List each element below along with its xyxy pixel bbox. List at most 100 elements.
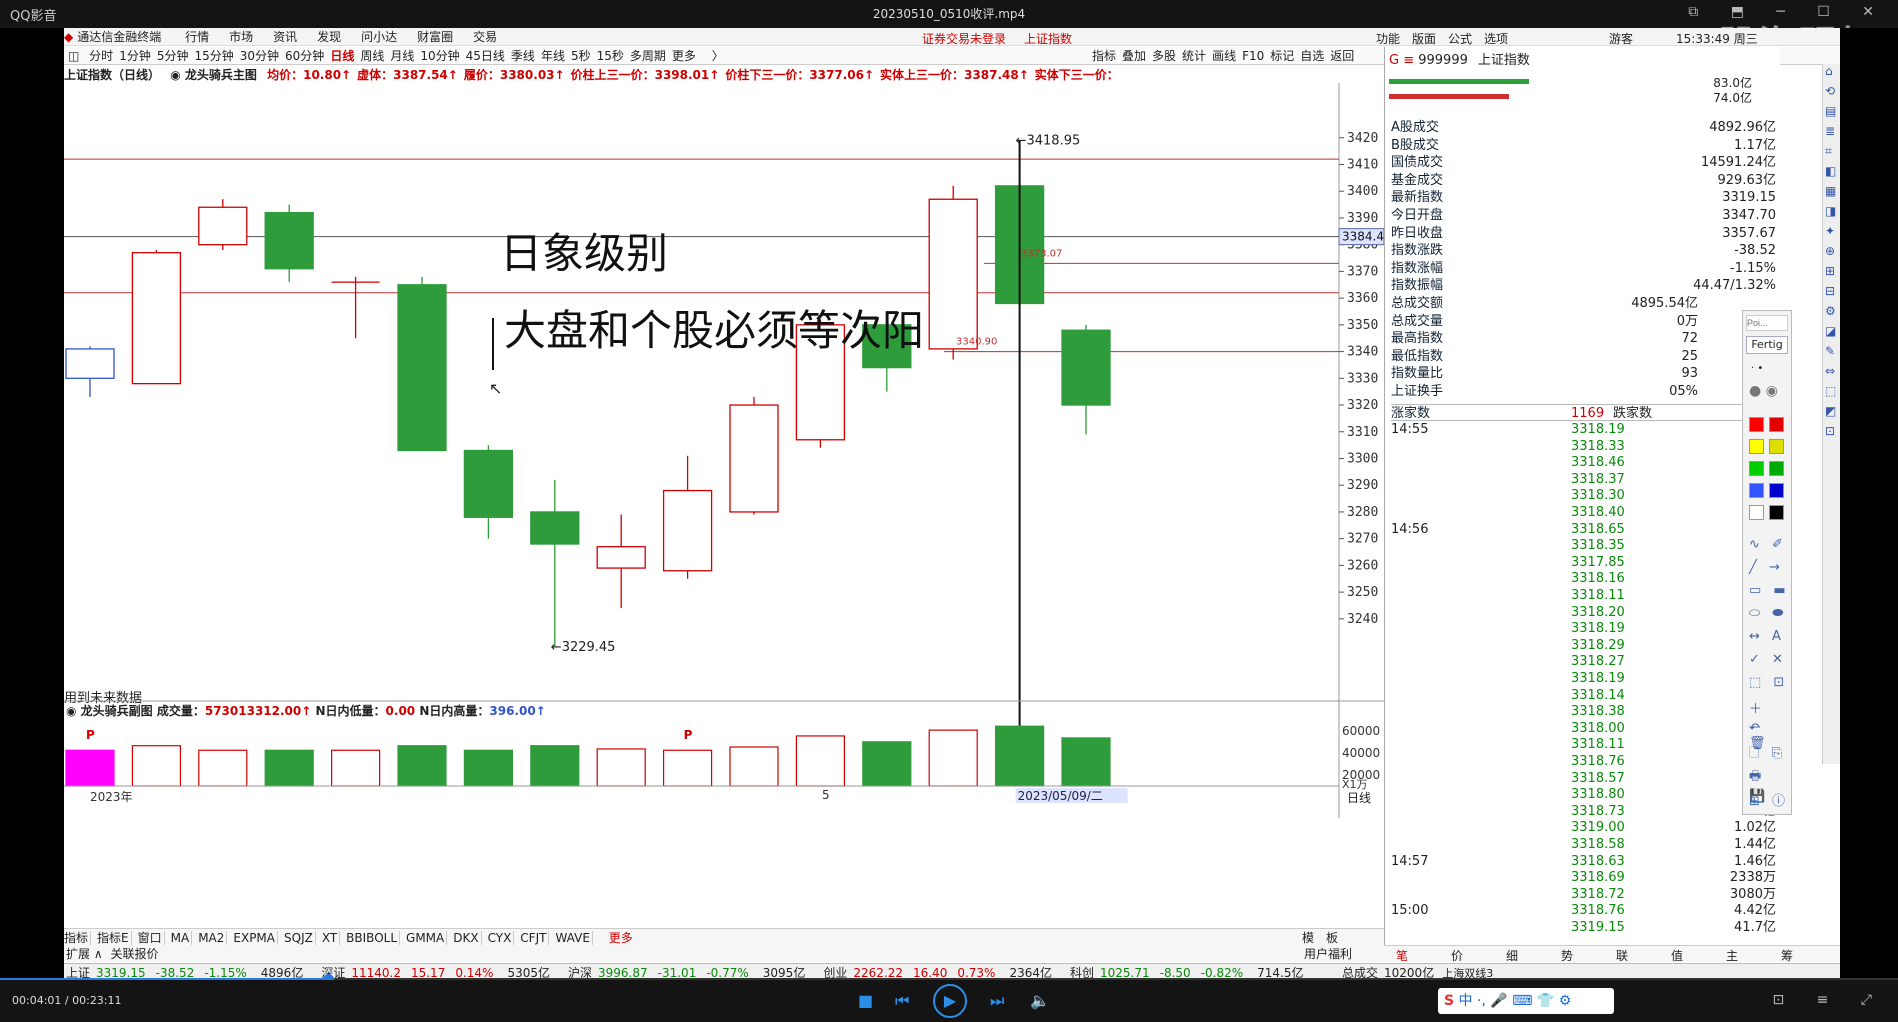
indicator-tab[interactable]: CYX [487, 931, 515, 945]
side-tool-icon[interactable]: ✦ [1825, 224, 1835, 238]
timeframe-tab[interactable]: 日线 [330, 47, 354, 64]
player-extra-icons[interactable]: ⊡ ≡ ⤢ [1772, 992, 1886, 1008]
palette-tool[interactable]: ∿ ✐ [1749, 537, 1787, 552]
side-tool-icon[interactable]: ⟲ [1825, 84, 1835, 98]
indicator-tab[interactable]: GMMA [406, 931, 448, 945]
palette-tool[interactable]: 🗋 ⎘ [1749, 744, 1786, 766]
tf-toggle-icon[interactable]: ◫ [68, 49, 79, 63]
indicator-tab[interactable]: 指标E [97, 931, 132, 945]
quote-tab[interactable]: 笔 [1396, 947, 1408, 964]
board-label[interactable]: 板 [1326, 929, 1338, 946]
side-tool-icon[interactable]: ◨ [1825, 204, 1836, 218]
user-label[interactable]: 游客 [1609, 30, 1633, 47]
next-icon[interactable]: ⏭ [990, 991, 1004, 1011]
palette-tool[interactable]: ⬚ ⊡ [1749, 675, 1788, 690]
timeframe-tab[interactable]: 15分钟 [194, 47, 233, 64]
candle[interactable] [198, 199, 248, 251]
timeframe-tab[interactable]: 年线 [541, 47, 565, 64]
quote-tab[interactable]: 价 [1451, 947, 1463, 964]
side-tool-icon[interactable]: ▤ [1825, 104, 1836, 118]
side-tool-icon[interactable]: ⊟ [1825, 284, 1835, 298]
volume-icon[interactable]: 🔈 [1030, 991, 1050, 1010]
quote-tab[interactable]: 联 [1616, 947, 1628, 964]
menu-item[interactable]: 交易 [473, 28, 497, 45]
indicator-more[interactable]: 更多 [609, 931, 633, 945]
side-tool-icon[interactable]: ◪ [1825, 324, 1836, 338]
quote-tab[interactable]: 细 [1506, 947, 1518, 964]
stop-icon[interactable]: ■ [858, 991, 873, 1010]
side-tool-icon[interactable]: ⊞ [1825, 264, 1835, 278]
timeframe-tab[interactable]: 更多 [672, 47, 696, 64]
indicator-tab[interactable]: WAVE [555, 931, 593, 945]
timeframe-tab[interactable]: 月线 [390, 47, 414, 64]
side-tool-icon[interactable]: ◧ [1825, 164, 1836, 178]
chart-tool-tab[interactable]: 自选 [1300, 47, 1324, 64]
timeframe-tab[interactable]: 45日线 [466, 47, 505, 64]
indicator-tab[interactable]: 指标 [64, 931, 92, 945]
palette-tool[interactable]: ▭ ▬ [1749, 583, 1790, 598]
indicator-tab[interactable]: XT [321, 931, 341, 945]
color-swatch[interactable] [1769, 439, 1784, 454]
timeframe-tab[interactable]: 1分钟 [119, 47, 151, 64]
timeframe-tab[interactable]: 季线 [511, 47, 535, 64]
dot-large-icon[interactable]: ● ◉ [1749, 383, 1778, 399]
color-swatch[interactable] [1749, 439, 1764, 454]
timeframe-tab[interactable]: 多周期 [630, 47, 666, 64]
color-swatch[interactable] [1769, 461, 1784, 476]
indicator-tab[interactable]: SQJZ [284, 931, 316, 945]
indicator-tab[interactable]: DKX [453, 931, 482, 945]
indicator-tab[interactable]: MA [170, 931, 193, 945]
color-swatch[interactable] [1749, 505, 1764, 520]
palette-point-input[interactable] [1746, 315, 1788, 331]
color-swatch[interactable] [1769, 505, 1784, 520]
timeframe-tab[interactable]: 15秒 [597, 47, 624, 64]
mode-label[interactable]: 模 [1302, 929, 1314, 946]
menu-item[interactable]: 资讯 [273, 28, 297, 45]
timeframe-tab[interactable]: 周线 [360, 47, 384, 64]
candle[interactable] [131, 250, 182, 385]
chart-tool-tab[interactable]: 统计 [1182, 47, 1206, 64]
candle[interactable] [928, 185, 978, 360]
color-swatch[interactable] [1749, 461, 1764, 476]
timeframe-tab[interactable]: 30分钟 [240, 47, 279, 64]
indicator-tab[interactable]: BBIBOLL [346, 931, 401, 945]
side-tool-icon[interactable]: ⚙ [1825, 304, 1836, 318]
related-quote-button[interactable]: 关联报价 [110, 947, 158, 961]
palette-tool[interactable]: ⬭ ⬬ [1749, 606, 1787, 621]
indicator-tab[interactable]: MA2 [198, 931, 228, 945]
dot-small-icon[interactable]: · • [1751, 363, 1763, 374]
chart-tool-tab[interactable]: 画线 [1212, 47, 1236, 64]
candle[interactable] [729, 397, 779, 515]
menu-item[interactable]: 问小达 [361, 28, 397, 45]
quote-tab[interactable]: 筹 [1781, 947, 1793, 964]
quote-tab[interactable]: 势 [1561, 947, 1573, 964]
indicator-tab[interactable]: EXPMA [233, 931, 278, 945]
indicator-tab[interactable]: CFJT [520, 931, 550, 945]
main-indicator-name[interactable]: 龙头骑兵主图 [185, 68, 257, 82]
palette-done-button[interactable]: Fertig [1746, 336, 1788, 354]
color-swatch[interactable] [1769, 483, 1784, 498]
menu-item[interactable]: 行情 [185, 28, 209, 45]
side-tool-icon[interactable]: ⌂ [1825, 64, 1833, 78]
chart-tool-tab[interactable]: F10 [1242, 49, 1264, 63]
quote-tab[interactable]: 主 [1726, 947, 1738, 964]
side-tool-icon[interactable]: ⊡ [1825, 424, 1835, 438]
login-status[interactable]: 证券交易未登录 [922, 30, 1006, 47]
chart-tool-tab[interactable]: 指标 [1092, 47, 1116, 64]
color-swatch[interactable] [1769, 417, 1784, 432]
side-tool-icon[interactable]: ≣ [1825, 124, 1835, 138]
palette-tool[interactable]: ✓ ✕ [1749, 652, 1787, 667]
menu-right-item[interactable]: 功能 [1376, 30, 1400, 47]
menu-right-item[interactable]: 公式 [1448, 30, 1472, 47]
palette-tool[interactable]: ⊞ ⓘ [1749, 790, 1789, 809]
menu-right-item[interactable]: 选项 [1484, 30, 1508, 47]
timeframe-tab[interactable]: 10分钟 [420, 47, 459, 64]
user-welfare-link[interactable]: 用户福利 [1304, 945, 1352, 962]
menu-item[interactable]: 发现 [317, 28, 341, 45]
palette-tool[interactable]: ↔ A [1749, 629, 1785, 644]
chart-tool-tab[interactable]: 多股 [1152, 47, 1176, 64]
menu-right-item[interactable]: 版面 [1412, 30, 1436, 47]
side-tool-icon[interactable]: ▦ [1825, 184, 1836, 198]
previous-icon[interactable]: ⏮ [895, 991, 909, 1011]
side-tool-icon[interactable]: ◩ [1825, 404, 1836, 418]
